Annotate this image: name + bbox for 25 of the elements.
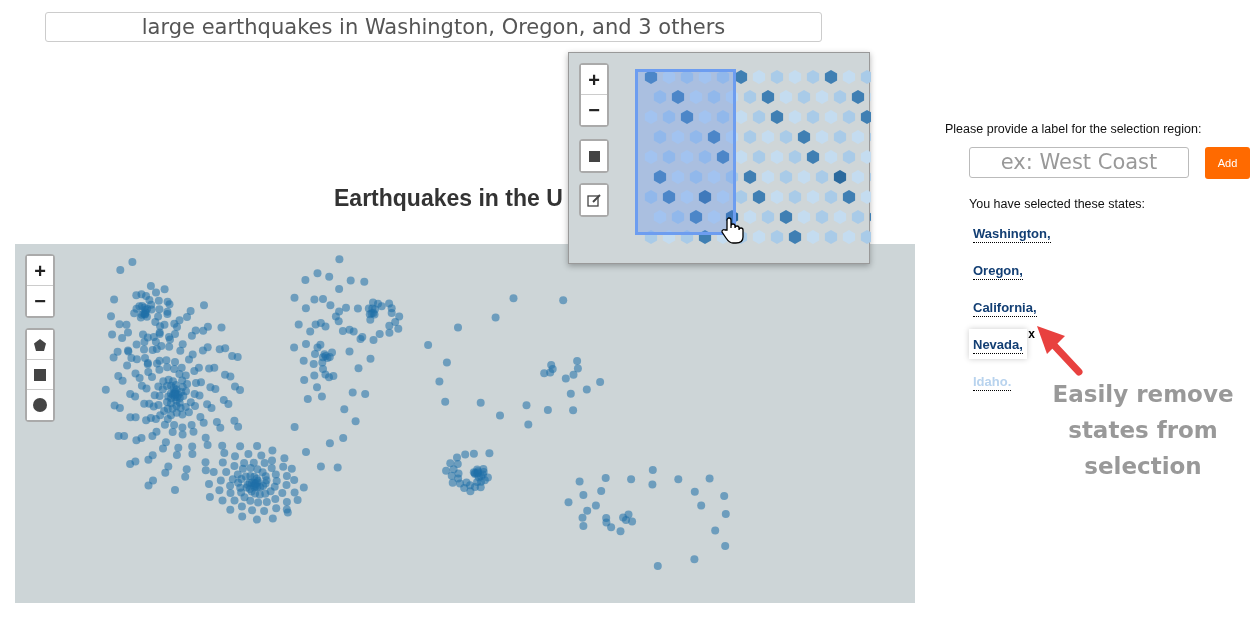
hand-cursor-icon: [719, 216, 745, 244]
edit-button[interactable]: [581, 185, 607, 215]
zoom-in-button[interactable]: +: [581, 65, 607, 95]
state-link[interactable]: Washington,: [973, 225, 1051, 243]
zoom-in-button[interactable]: +: [27, 256, 53, 286]
rectangle-tool-button[interactable]: [581, 141, 607, 171]
square-icon: [34, 368, 46, 381]
state-link[interactable]: California,: [973, 299, 1037, 317]
pentagon-icon: [33, 337, 47, 352]
map-view[interactable]: + −: [15, 244, 915, 603]
label-field[interactable]: ex: West Coast: [969, 146, 1189, 178]
inset-map[interactable]: + −: [568, 52, 870, 264]
square-icon: [588, 150, 600, 162]
search-field[interactable]: large earthquakes in Washington, Oregon, and 3 others: [45, 12, 822, 42]
state-link[interactable]: Oregon,: [973, 262, 1023, 280]
state-link[interactable]: Nevada,: [973, 336, 1023, 354]
arrow-icon: [1035, 324, 1085, 376]
polygon-tool-button[interactable]: [27, 330, 53, 360]
remove-button[interactable]: x: [1028, 324, 1035, 343]
selection-heading: You have selected these states:: [969, 195, 1147, 213]
circle-icon: [33, 398, 47, 412]
label-prompt: Please provide a label for the selection region:: [945, 121, 1203, 138]
annotation-text: Easily remove states from selection: [1051, 380, 1235, 481]
edit-icon: [587, 193, 601, 207]
chart-title: Earthquakes in the U: [334, 184, 563, 212]
